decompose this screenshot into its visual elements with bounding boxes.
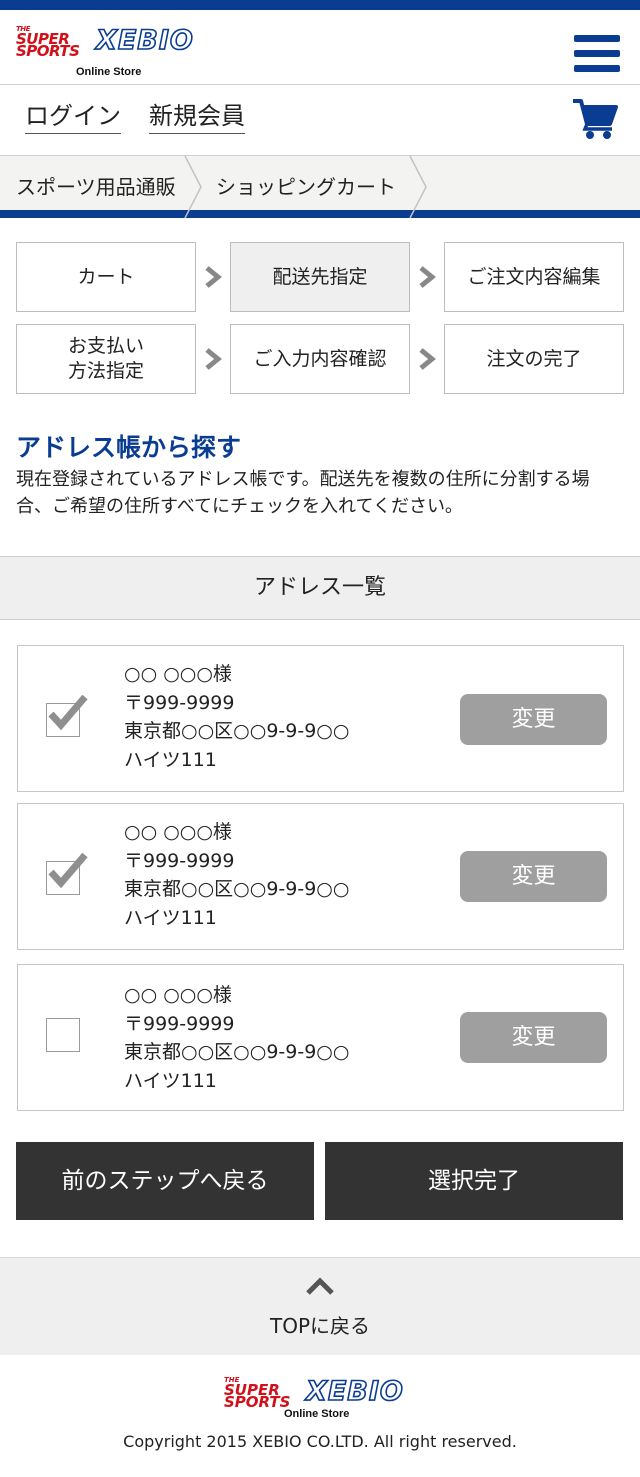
footer-logo-online-store-text: Online Store xyxy=(284,1408,350,1420)
step-arrow-icon xyxy=(419,266,436,288)
address-line2: ハイツ111 xyxy=(124,1069,217,1092)
footer-logo-xebio-text: XEBIO xyxy=(305,1376,404,1408)
step-arrow-icon xyxy=(205,348,222,370)
checkout-steps: カート 配送先指定 ご注文内容編集 お支払い 方法指定 ご入力内容確認 注文の完… xyxy=(16,242,624,394)
address-line2: ハイツ111 xyxy=(124,748,217,771)
register-link[interactable]: 新規会員 xyxy=(149,102,245,134)
footer-logo-sports-text: SPORTS xyxy=(224,1393,291,1411)
address-checkbox[interactable] xyxy=(46,1018,80,1052)
address-postal: 〒999-9999 xyxy=(124,1012,235,1035)
address-card: ○○ ○○○様 〒999-9999 東京都○○区○○9-9-9○○ ハイツ111… xyxy=(17,803,624,950)
hamburger-menu-icon[interactable] xyxy=(574,35,620,73)
address-list-heading: アドレス一覧 xyxy=(0,556,640,620)
section-description: 現在登録されているアドレス帳です。配送先を複数の住所に分割する場合、ご希望の住所… xyxy=(16,469,590,517)
footer-xebio-logo: THE SUPER SPORTS XEBIO Online Store xyxy=(224,1376,424,1425)
step-complete: 注文の完了 xyxy=(444,324,624,394)
breadcrumb-separator-icon xyxy=(409,156,427,218)
step-order-edit: ご注文内容編集 xyxy=(444,242,624,312)
breadcrumb-item-home[interactable]: スポーツ用品通販 xyxy=(16,156,176,218)
logo-xebio-text: XEBIO xyxy=(95,25,194,57)
address-name: ○○ ○○○様 xyxy=(124,821,232,843)
step-payment: お支払い 方法指定 xyxy=(16,324,196,394)
address-text: ○○ ○○○様 〒999-9999 東京都○○区○○9-9-9○○ ハイツ111 xyxy=(124,981,349,1095)
back-to-top-label: TOPに戻る xyxy=(269,1314,371,1338)
step-cart: カート xyxy=(16,242,196,312)
auth-bar: ログイン 新規会員 xyxy=(0,85,640,156)
breadcrumb-item-cart: ショッピングカート xyxy=(216,175,396,199)
step-arrow-icon xyxy=(419,348,436,370)
chevron-up-icon xyxy=(306,1277,334,1295)
section-title: アドレス帳から探す xyxy=(16,433,242,462)
checkmark-icon xyxy=(48,694,88,731)
back-to-top-bar[interactable]: TOPに戻る xyxy=(0,1257,640,1355)
address-name: ○○ ○○○様 xyxy=(124,984,232,1006)
copyright-text: Copyright 2015 XEBIO CO.LTD. All right r… xyxy=(123,1432,517,1451)
change-address-button[interactable]: 変更 xyxy=(460,851,607,902)
step-shipping: 配送先指定 xyxy=(230,242,410,312)
change-address-button[interactable]: 変更 xyxy=(460,694,607,745)
logo-sports-text: SPORTS xyxy=(16,42,80,60)
shopping-cart-icon[interactable] xyxy=(572,98,618,140)
xebio-logo[interactable]: THE SUPER SPORTS XEBIO Online Store xyxy=(16,25,206,82)
address-checkbox[interactable] xyxy=(46,694,88,737)
selection-complete-button[interactable]: 選択完了 xyxy=(325,1142,623,1220)
site-header: THE SUPER SPORTS XEBIO Online Store xyxy=(0,10,640,85)
breadcrumb-separator-icon xyxy=(184,156,202,218)
address-postal: 〒999-9999 xyxy=(124,691,235,714)
address-line1: 東京都○○区○○9-9-9○○ xyxy=(124,878,350,900)
address-card: ○○ ○○○様 〒999-9999 東京都○○区○○9-9-9○○ ハイツ111… xyxy=(17,645,624,792)
address-text: ○○ ○○○様 〒999-9999 東京都○○区○○9-9-9○○ ハイツ111 xyxy=(124,660,349,774)
step-arrow-icon xyxy=(205,266,222,288)
address-line1: 東京都○○区○○9-9-9○○ xyxy=(124,720,350,742)
step-confirm: ご入力内容確認 xyxy=(230,324,410,394)
back-step-button[interactable]: 前のステップへ戻る xyxy=(16,1142,314,1220)
address-line1: 東京都○○区○○9-9-9○○ xyxy=(124,1041,350,1063)
address-postal: 〒999-9999 xyxy=(124,849,235,872)
logo-online-store-text: Online Store xyxy=(76,66,142,78)
breadcrumb: スポーツ用品通販 ショッピングカート xyxy=(0,156,640,218)
checkmark-icon xyxy=(48,852,88,889)
address-name: ○○ ○○○様 xyxy=(124,663,232,685)
login-link[interactable]: ログイン xyxy=(25,102,121,134)
address-line2: ハイツ111 xyxy=(124,906,217,929)
change-address-button[interactable]: 変更 xyxy=(460,1012,607,1063)
top-accent-bar xyxy=(0,0,640,10)
address-card: ○○ ○○○様 〒999-9999 東京都○○区○○9-9-9○○ ハイツ111… xyxy=(17,964,624,1111)
address-checkbox[interactable] xyxy=(46,852,88,895)
address-text: ○○ ○○○様 〒999-9999 東京都○○区○○9-9-9○○ ハイツ111 xyxy=(124,818,349,932)
